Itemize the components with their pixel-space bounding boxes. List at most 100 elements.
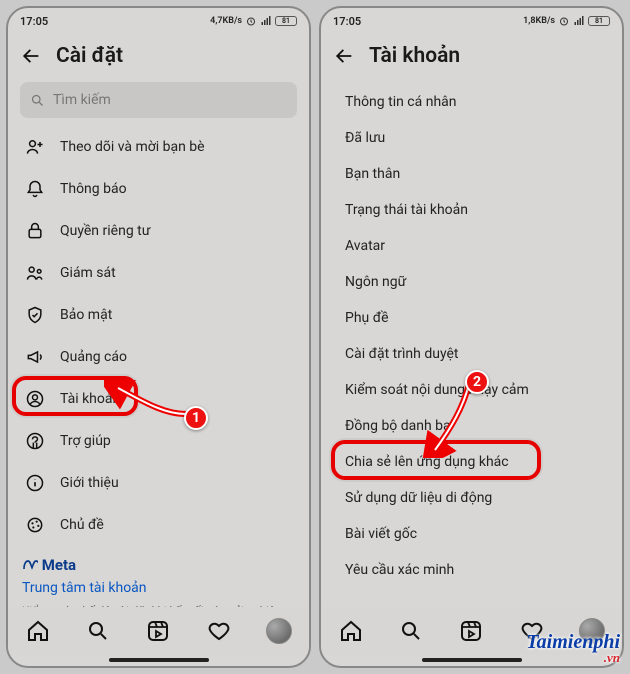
account-item[interactable]: Sử dụng dữ liệu di động: [321, 480, 622, 516]
account-item-label: Bạn thân: [345, 166, 400, 182]
search-input[interactable]: Tìm kiếm: [20, 82, 297, 118]
settings-item-label: Theo dõi và mời bạn bè: [60, 139, 205, 155]
meta-brand: Meta: [8, 546, 309, 576]
settings-item-label: Giám sát: [60, 265, 116, 281]
account-item[interactable]: Thông tin cá nhân: [321, 84, 622, 120]
battery-icon: 81: [588, 16, 610, 26]
account-item[interactable]: Bài viết gốc: [321, 516, 622, 552]
settings-item-ads[interactable]: Quảng cáo: [8, 336, 309, 378]
account-item-label: Phụ đề: [345, 310, 389, 326]
settings-item-help[interactable]: Trợ giúp: [8, 420, 309, 462]
nav-reels[interactable]: [145, 618, 171, 644]
back-icon[interactable]: [333, 45, 355, 67]
phone-right: 17:05 1,8KB/s 81 Tài khoản Thông tin cá …: [319, 6, 624, 668]
settings-item-label: Bảo mật: [60, 307, 112, 323]
help-icon: [24, 430, 46, 452]
shield-icon: [24, 304, 46, 326]
settings-item-label: Giới thiệu: [60, 475, 119, 491]
signal-icon: [260, 15, 272, 27]
theme-icon: [24, 514, 46, 536]
account-item-label: Chia sẻ lên ứng dụng khác: [345, 454, 509, 470]
alarm-icon: [245, 15, 257, 27]
account-item-label: Đồng bộ danh bạ: [345, 418, 451, 434]
account-item-label: Thông tin cá nhân: [345, 94, 457, 110]
bell-icon: [24, 178, 46, 200]
settings-item-privacy[interactable]: Quyền riêng tư: [8, 210, 309, 252]
account-list: Thông tin cá nhân Đã lưu Bạn thân Trạng …: [321, 82, 622, 607]
page-title: Cài đặt: [56, 44, 123, 68]
account-item-label: Sử dụng dữ liệu di động: [345, 490, 492, 506]
account-item[interactable]: Phụ đề: [321, 300, 622, 336]
account-item[interactable]: Avatar: [321, 228, 622, 264]
status-bar: 17:05 4,7KB/s 81: [8, 8, 309, 34]
settings-item-label: Tài khoản: [60, 391, 120, 407]
account-center-desc: Kiểm soát chế độ cài đặt khi kết nối các…: [8, 600, 309, 607]
status-time: 17:05: [20, 15, 48, 28]
battery-icon: 81: [275, 16, 297, 26]
back-icon[interactable]: [20, 45, 42, 67]
settings-item-notifications[interactable]: Thông báo: [8, 168, 309, 210]
account-item-label: Trạng thái tài khoản: [345, 202, 468, 218]
account-item[interactable]: Yêu cầu xác minh: [321, 552, 622, 588]
header: Tài khoản: [321, 34, 622, 82]
account-item[interactable]: Đồng bộ danh bạ: [321, 408, 622, 444]
bottom-nav: [8, 607, 309, 655]
follow-icon: [24, 136, 46, 158]
account-item-label: Kiểm soát nội dung nhạy cảm: [345, 382, 529, 398]
account-item[interactable]: Ngôn ngữ: [321, 264, 622, 300]
settings-item-about[interactable]: Giới thiệu: [8, 462, 309, 504]
status-right: 1,8KB/s 81: [523, 15, 610, 27]
settings-item-supervision[interactable]: Giám sát: [8, 252, 309, 294]
nav-home[interactable]: [25, 618, 51, 644]
account-item-label: Bài viết gốc: [345, 526, 417, 542]
nav-reels[interactable]: [458, 618, 484, 644]
info-icon: [24, 472, 46, 494]
account-center-link[interactable]: Trung tâm tài khoản: [8, 576, 309, 600]
settings-item-account[interactable]: Tài khoản: [8, 378, 309, 420]
settings-item-label: Trợ giúp: [60, 433, 111, 449]
header: Cài đặt: [8, 34, 309, 82]
account-item-label: Yêu cầu xác minh: [345, 562, 454, 578]
nav-home[interactable]: [338, 618, 364, 644]
settings-item-label: Quảng cáo: [60, 349, 127, 365]
nav-search[interactable]: [398, 618, 424, 644]
avatar-icon: [266, 618, 292, 644]
nav-search[interactable]: [85, 618, 111, 644]
settings-item-label: Chủ đề: [60, 517, 104, 533]
status-time: 17:05: [333, 15, 361, 28]
settings-list: Theo dõi và mời bạn bè Thông báo Quyền r…: [8, 124, 309, 607]
megaphone-icon: [24, 346, 46, 368]
nav-profile[interactable]: [266, 618, 292, 644]
search-placeholder: Tìm kiếm: [53, 92, 111, 108]
settings-item-follow[interactable]: Theo dõi và mời bạn bè: [8, 126, 309, 168]
lock-icon: [24, 220, 46, 242]
nav-heart[interactable]: [206, 618, 232, 644]
nav-profile[interactable]: [579, 618, 605, 644]
nav-heart[interactable]: [519, 618, 545, 644]
supervise-icon: [24, 262, 46, 284]
account-item[interactable]: Đã lưu: [321, 120, 622, 156]
alarm-icon: [558, 15, 570, 27]
settings-item-label: Quyền riêng tư: [60, 223, 150, 239]
account-item-label: Đã lưu: [345, 130, 385, 146]
account-item-label: Ngôn ngữ: [345, 274, 406, 290]
account-item[interactable]: Bạn thân: [321, 156, 622, 192]
gesture-bar: [422, 658, 522, 662]
settings-item-security[interactable]: Bảo mật: [8, 294, 309, 336]
status-bar: 17:05 1,8KB/s 81: [321, 8, 622, 34]
account-item-share[interactable]: Chia sẻ lên ứng dụng khác: [321, 444, 622, 480]
account-item[interactable]: Trạng thái tài khoản: [321, 192, 622, 228]
signal-icon: [573, 15, 585, 27]
settings-item-theme[interactable]: Chủ đề: [8, 504, 309, 546]
page-title: Tài khoản: [369, 44, 460, 68]
account-item[interactable]: Cài đặt trình duyệt: [321, 336, 622, 372]
avatar-icon: [579, 618, 605, 644]
gesture-bar: [109, 658, 209, 662]
status-right: 4,7KB/s 81: [210, 15, 297, 27]
bottom-nav: [321, 607, 622, 655]
account-item-label: Cài đặt trình duyệt: [345, 346, 459, 362]
account-item-label: Avatar: [345, 238, 385, 254]
account-item[interactable]: Kiểm soát nội dung nhạy cảm: [321, 372, 622, 408]
search-icon: [30, 93, 45, 108]
settings-item-label: Thông báo: [60, 181, 127, 197]
